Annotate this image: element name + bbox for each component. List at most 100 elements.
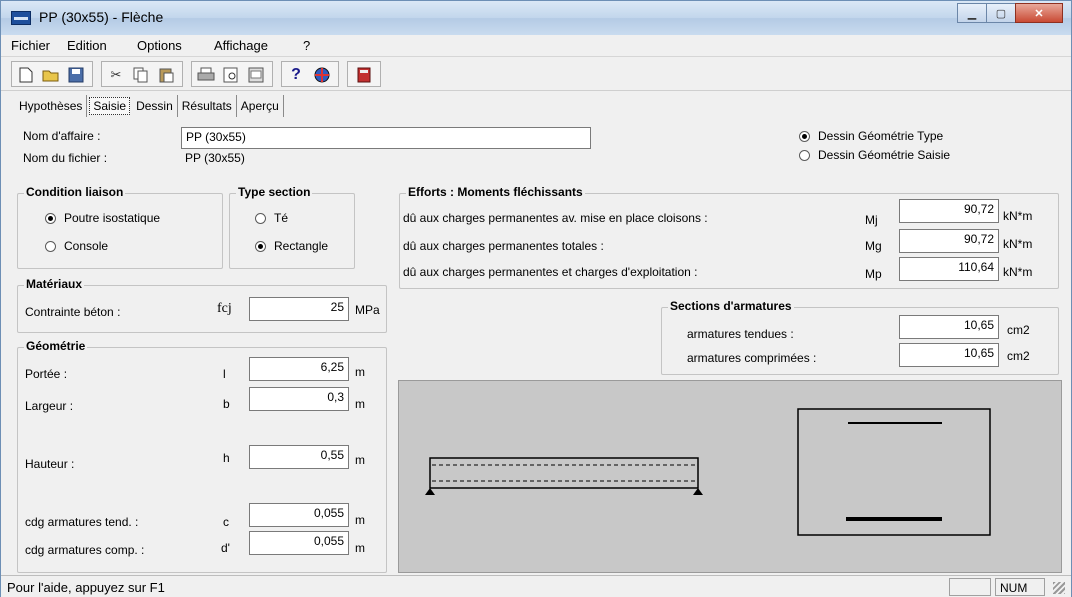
- type-section-group: Type section: [229, 185, 355, 269]
- minimize-button[interactable]: ▁: [957, 3, 987, 23]
- radio-dessin-type[interactable]: Dessin Géométrie Type: [799, 129, 943, 143]
- efforts-title: Efforts : Moments fléchissants: [406, 185, 585, 199]
- status-num: NUM: [995, 578, 1045, 596]
- menu-help[interactable]: ?: [303, 38, 310, 53]
- toolbar-group-help: ?: [281, 61, 339, 87]
- effort-mj-input[interactable]: 90,72: [899, 199, 999, 223]
- copy-icon[interactable]: [131, 65, 151, 85]
- armatures-comprimees-input[interactable]: 10,65: [899, 343, 999, 367]
- portee-unit: m: [355, 365, 365, 379]
- radio-rectangle[interactable]: Rectangle: [255, 239, 328, 253]
- radio-rectangle-label: Rectangle: [274, 239, 329, 253]
- radio-dessin-type-label: Dessin Géométrie Type: [818, 129, 944, 143]
- cut-icon[interactable]: ✂: [106, 65, 126, 85]
- beam-drawing: [425, 408, 991, 536]
- contrainte-beton-unit: MPa: [355, 303, 380, 317]
- effort-mg-input[interactable]: 90,72: [899, 229, 999, 253]
- effort-mj-unit: kN*m: [1003, 209, 1033, 223]
- print-icon[interactable]: [196, 65, 216, 85]
- nom-affaire-input[interactable]: PP (30x55): [181, 127, 591, 149]
- radio-dot: [45, 240, 56, 252]
- new-file-icon[interactable]: [16, 65, 36, 85]
- status-bar: Pour l'aide, appuyez sur F1 NUM: [1, 575, 1071, 597]
- contrainte-beton-input[interactable]: 25: [249, 297, 349, 321]
- radio-te[interactable]: Té: [255, 211, 288, 225]
- page-setup-icon[interactable]: [246, 65, 266, 85]
- tab-resultats[interactable]: Résultats: [178, 95, 237, 117]
- tab-dessin[interactable]: Dessin: [132, 95, 178, 117]
- effort-mg-symbol: Mg: [865, 239, 882, 253]
- maximize-button[interactable]: ▢: [986, 3, 1016, 23]
- effort-mj-label: dû aux charges permanentes av. mise en p…: [403, 211, 708, 225]
- cdg-comp-symbol: d': [221, 541, 230, 555]
- app-window: PP (30x55) - Flèche ▁ ▢ ✕ Fichier Editio…: [0, 0, 1072, 597]
- effort-mp-unit: kN*m: [1003, 265, 1033, 279]
- tab-saisie[interactable]: Saisie: [89, 97, 131, 115]
- condition-liaison-group: Condition liaison: [17, 185, 223, 269]
- effort-mp-symbol: Mp: [865, 267, 882, 281]
- save-icon[interactable]: [66, 65, 86, 85]
- tab-apercu[interactable]: Aperçu: [237, 95, 284, 117]
- menu-edition[interactable]: Edition: [67, 38, 107, 53]
- title-bar: PP (30x55) - Flèche ▁ ▢ ✕: [1, 1, 1071, 35]
- open-folder-icon[interactable]: [41, 65, 61, 85]
- cdg-comp-unit: m: [355, 541, 365, 555]
- menu-affichage[interactable]: Affichage: [214, 38, 268, 53]
- geometrie-title: Géométrie: [24, 339, 88, 353]
- toolbar-group-print: [191, 61, 273, 87]
- window-controls: ▁ ▢ ✕: [957, 3, 1063, 23]
- radio-console[interactable]: Console: [45, 239, 108, 253]
- largeur-input[interactable]: 0,3: [249, 387, 349, 411]
- cdg-tend-input[interactable]: 0,055: [249, 503, 349, 527]
- largeur-label: Largeur :: [25, 399, 74, 413]
- nom-fichier-label: Nom du fichier :: [23, 151, 108, 165]
- paste-icon[interactable]: [156, 65, 176, 85]
- calculator-icon[interactable]: [354, 65, 374, 85]
- cdg-tend-label: cdg armatures tend. :: [25, 515, 139, 529]
- tab-hypotheses[interactable]: Hypothèses: [15, 95, 88, 117]
- portee-label: Portée :: [25, 367, 68, 381]
- sections-title: Sections d'armatures: [668, 299, 794, 313]
- resize-grip-icon[interactable]: [1053, 582, 1065, 594]
- app-icon: [11, 11, 31, 25]
- radio-dot: [255, 240, 266, 252]
- menu-fichier[interactable]: Fichier: [11, 38, 50, 53]
- radio-dessin-saisie[interactable]: Dessin Géométrie Saisie: [799, 148, 950, 162]
- effort-mg-unit: kN*m: [1003, 237, 1033, 251]
- armatures-comprimees-label: armatures comprimées :: [687, 351, 817, 365]
- radio-te-label: Té: [274, 211, 289, 225]
- hauteur-symbol: h: [223, 451, 230, 465]
- materiaux-title: Matériaux: [24, 277, 85, 291]
- nom-affaire-label: Nom d'affaire :: [23, 129, 101, 143]
- portee-symbol: l: [223, 367, 226, 381]
- hauteur-label: Hauteur :: [25, 457, 75, 471]
- radio-dot: [799, 149, 810, 161]
- effort-mp-input[interactable]: 110,64: [899, 257, 999, 281]
- radio-poutre-isostatique-label: Poutre isostatique: [64, 211, 161, 225]
- hauteur-input[interactable]: 0,55: [249, 445, 349, 469]
- fcj-symbol: fcj: [217, 301, 232, 316]
- effort-mg-label: dû aux charges permanentes totales :: [403, 239, 604, 253]
- print-preview-icon[interactable]: [221, 65, 241, 85]
- radio-console-label: Console: [64, 239, 109, 253]
- tab-bar: Hypothèses Saisie Dessin Résultats Aperç…: [15, 95, 284, 117]
- cdg-comp-label: cdg armatures comp. :: [25, 543, 145, 557]
- cdg-tend-unit: m: [355, 513, 365, 527]
- hauteur-unit: m: [355, 453, 365, 467]
- menu-options[interactable]: Options: [137, 38, 182, 53]
- help-icon[interactable]: ?: [286, 65, 306, 85]
- effort-mj-symbol: Mj: [865, 213, 878, 227]
- close-button[interactable]: ✕: [1015, 3, 1063, 23]
- cdg-comp-input[interactable]: 0,055: [249, 531, 349, 555]
- contrainte-beton-label: Contrainte béton :: [25, 305, 121, 319]
- status-cell-empty: [949, 578, 991, 596]
- radio-poutre-isostatique[interactable]: Poutre isostatique: [45, 211, 160, 225]
- cdg-tend-symbol: c: [223, 515, 229, 529]
- globe-icon[interactable]: [312, 65, 332, 85]
- armatures-tendues-input[interactable]: 10,65: [899, 315, 999, 339]
- beam-drawing-area: [398, 380, 1062, 573]
- toolbar-group-calc: [347, 61, 381, 87]
- window-title: PP (30x55) - Flèche: [39, 9, 164, 25]
- portee-input[interactable]: 6,25: [249, 357, 349, 381]
- beam-elevation: [425, 457, 703, 495]
